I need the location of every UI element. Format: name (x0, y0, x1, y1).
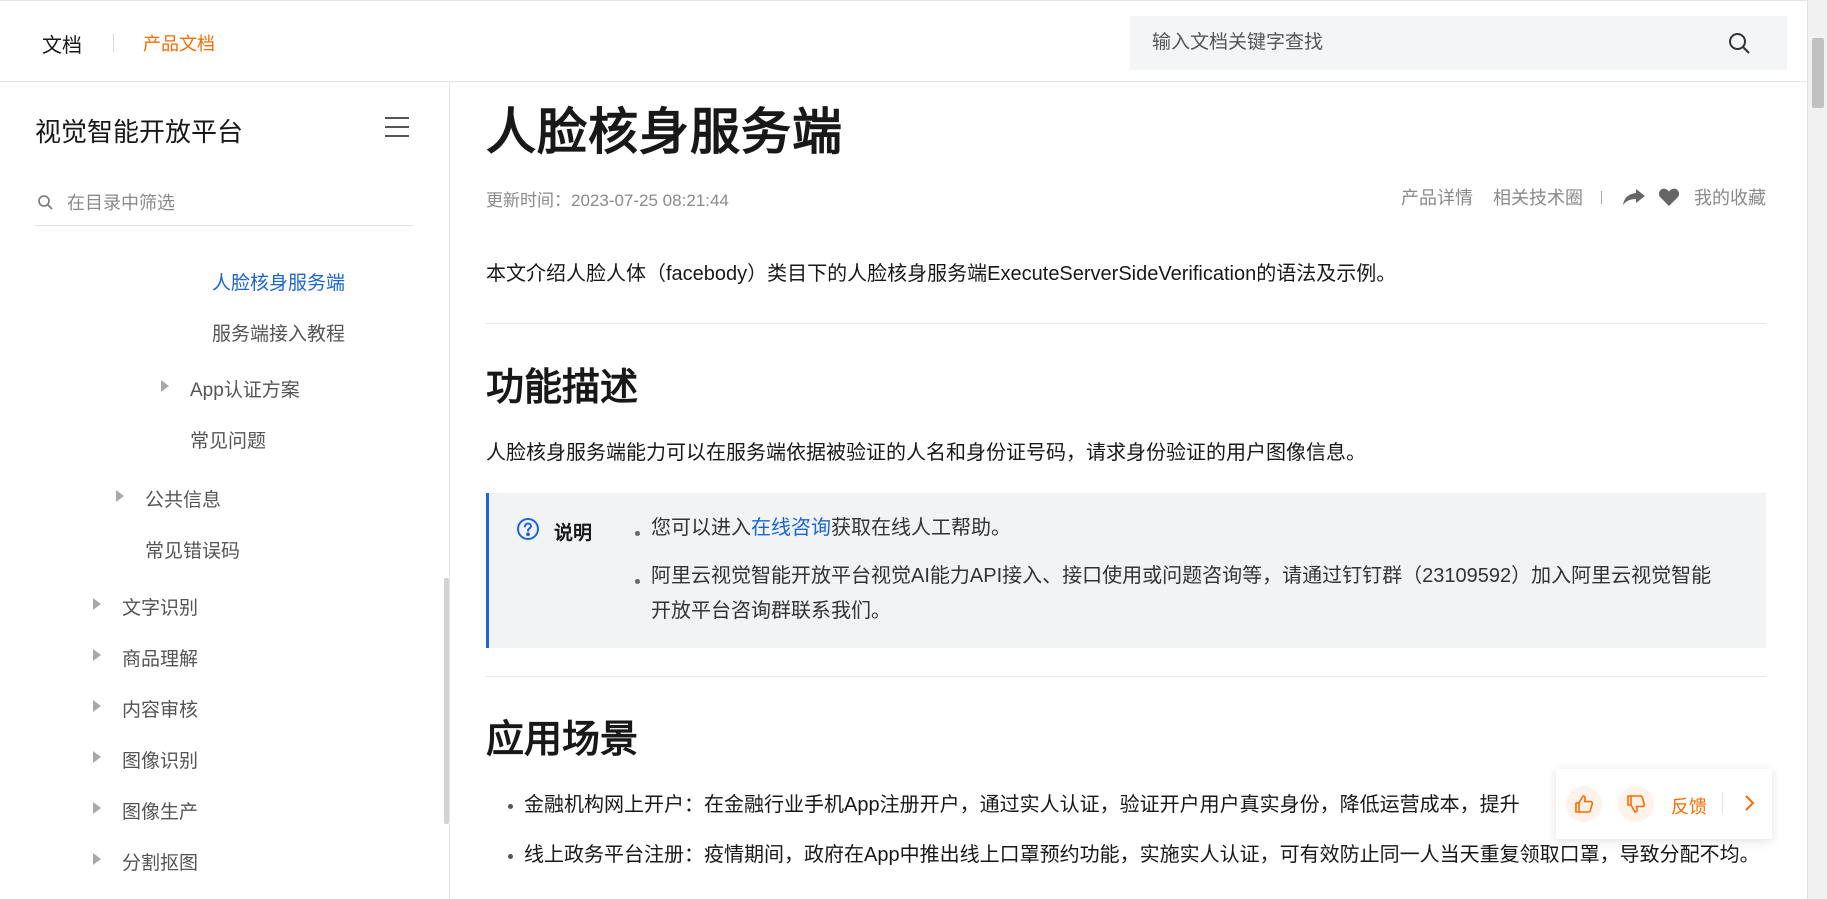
note-item-1-text: 您可以进入 (651, 517, 751, 539)
divider (486, 323, 1766, 324)
search-input[interactable] (1152, 16, 1712, 70)
sidebar-item-server-tutorial[interactable]: 服务端接入教程 (212, 319, 345, 346)
sidebar-item-app-auth[interactable]: App认证方案 (190, 375, 300, 402)
caret-right-icon[interactable] (93, 802, 101, 814)
intro-paragraph: 本文介绍人脸人体（facebody）类目下的人脸核身服务端ExecuteServ… (486, 263, 1397, 285)
sidebar-item-faq[interactable]: 常见问题 (190, 426, 266, 453)
caret-right-icon[interactable] (93, 853, 101, 865)
sidebar-item-ocr[interactable]: 文字识别 (122, 593, 198, 620)
question-circle-icon (517, 518, 539, 540)
note-item-1-rest: 获取在线人工帮助。 (831, 517, 1011, 539)
search-icon[interactable] (1727, 31, 1751, 55)
section-heading-description: 功能描述 (486, 367, 639, 409)
search-bar[interactable] (1130, 16, 1787, 70)
article-actions: 产品详情 相关技术圈 我的收藏 (1381, 186, 1766, 208)
sidebar-item-image-production[interactable]: 图像生产 (122, 797, 198, 824)
catalog-filter-input[interactable] (67, 188, 397, 218)
product-docs-link[interactable]: 产品文档 (143, 30, 215, 56)
tech-circle-link[interactable]: 相关技术圈 (1493, 184, 1583, 210)
sidebar-item-segmentation[interactable]: 分割抠图 (122, 848, 198, 875)
docs-home-link[interactable]: 文档 (42, 29, 82, 58)
header-divider (113, 34, 114, 52)
caret-right-icon[interactable] (116, 490, 124, 502)
page-scrollbar[interactable] (1807, 0, 1827, 899)
sidebar-item-error-codes[interactable]: 常见错误码 (145, 536, 240, 563)
filter-search-icon (38, 195, 53, 210)
note-box: 说明 您可以进入在线咨询获取在线人工帮助。 阿里云视觉智能开放平台视觉AI能力A… (486, 493, 1766, 648)
sidebar-scrollbar[interactable] (444, 578, 449, 824)
online-consult-link[interactable]: 在线咨询 (751, 517, 831, 539)
caret-right-icon[interactable] (93, 649, 101, 661)
actions-divider (1601, 190, 1602, 204)
feedback-divider (1722, 792, 1723, 814)
my-favorites-link[interactable]: 我的收藏 (1694, 184, 1766, 210)
caret-right-icon[interactable] (93, 598, 101, 610)
sidebar-item-face-verification-server[interactable]: 人脸核身服务端 (212, 268, 345, 295)
caret-right-icon[interactable] (93, 700, 101, 712)
product-details-link[interactable]: 产品详情 (1401, 184, 1473, 210)
feedback-button[interactable]: 反馈 (1671, 793, 1707, 819)
catalog-filter[interactable] (35, 184, 413, 226)
top-header: 文档 产品文档 (0, 0, 1807, 82)
thumbs-down-button[interactable] (1618, 786, 1654, 822)
feedback-widget: 反馈 (1556, 769, 1772, 839)
sidebar: 视觉智能开放平台 人脸核身服务端 服务端接入教程 App认证方案 常见问题 公共… (0, 82, 450, 899)
scenario-item-2: 线上政务平台注册：疫情期间，政府在App中推出线上口罩预约功能，实施实人认证，可… (524, 844, 1760, 866)
sidebar-item-content-review[interactable]: 内容审核 (122, 695, 198, 722)
section-heading-scenarios: 应用场景 (486, 719, 639, 761)
share-icon[interactable] (1622, 187, 1646, 207)
sidebar-title: 视觉智能开放平台 (35, 117, 244, 147)
note-item-1: 您可以进入在线咨询获取在线人工帮助。 (651, 511, 1731, 546)
bullet-dot (635, 579, 640, 584)
thumbs-down-icon (1627, 795, 1646, 813)
thumbs-up-icon (1575, 795, 1594, 813)
sidebar-item-goods[interactable]: 商品理解 (122, 644, 198, 671)
sidebar-item-public-info[interactable]: 公共信息 (145, 485, 221, 512)
caret-right-icon[interactable] (93, 751, 101, 763)
caret-right-icon[interactable] (161, 380, 169, 392)
page-title: 人脸核身服务端 (486, 104, 843, 160)
bullet-dot (508, 804, 513, 809)
divider (486, 676, 1766, 677)
description-paragraph: 人脸核身服务端能力可以在服务端依据被验证的人名和身份证号码，请求身份验证的用户图… (486, 442, 1366, 464)
chevron-right-icon[interactable] (1739, 793, 1759, 813)
thumbs-up-button[interactable] (1566, 786, 1602, 822)
scrollbar-thumb[interactable] (1812, 38, 1824, 108)
note-title: 说明 (554, 523, 593, 544)
update-time: 更新时间：2023-07-25 08:21:44 (486, 191, 729, 210)
scenario-item-1: 金融机构网上开户：在金融行业手机App注册开户，通过实人认证，验证开户用户真实身… (524, 794, 1520, 816)
menu-icon[interactable] (384, 116, 410, 138)
bullet-dot (508, 854, 513, 859)
note-item-2: 阿里云视觉智能开放平台视觉AI能力API接入、接口使用或问题咨询等，请通过钉钉群… (651, 565, 1712, 622)
heart-icon[interactable] (1658, 187, 1680, 207)
sidebar-item-image-recognition[interactable]: 图像识别 (122, 746, 198, 773)
bullet-dot (635, 531, 640, 536)
